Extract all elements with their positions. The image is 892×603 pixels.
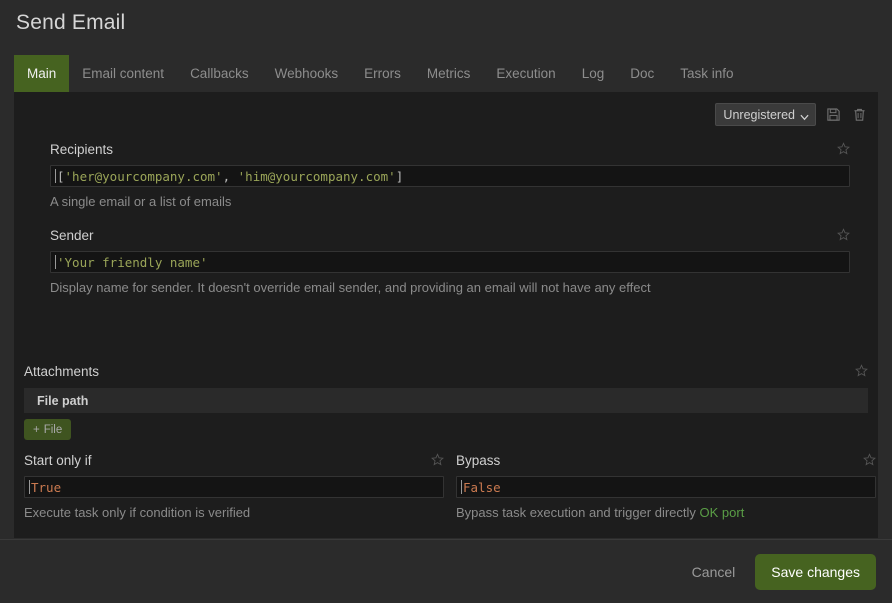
field-start-only-if-label: Start only if bbox=[24, 453, 92, 468]
field-sender-label: Sender bbox=[50, 228, 94, 243]
preset-select[interactable]: Unregistered bbox=[715, 103, 816, 126]
main-tab-panel: Unregistered Recipients ['her@yourcompa… bbox=[14, 92, 878, 538]
field-bypass-label: Bypass bbox=[456, 453, 501, 468]
text-caret bbox=[55, 169, 56, 183]
star-icon[interactable] bbox=[431, 453, 444, 466]
start-only-if-help-text: Execute task only if condition is verifi… bbox=[24, 505, 251, 520]
field-sender-head: Sender bbox=[50, 228, 850, 244]
field-bypass: Bypass False Bypass task execution and t… bbox=[456, 453, 876, 521]
recipients-token-email-1: 'her@yourcompany.com' bbox=[64, 168, 223, 184]
tab-webhooks[interactable]: Webhooks bbox=[262, 55, 352, 92]
field-recipients-head: Recipients bbox=[50, 142, 850, 158]
bypass-help-prefix: Bypass task execution and trigger direct… bbox=[456, 505, 700, 520]
sender-help-text: Display name for sender. It doesn't over… bbox=[50, 280, 651, 295]
tab-main[interactable]: Main bbox=[14, 55, 70, 92]
field-start-only-if: Start only if True Execute task only if … bbox=[24, 453, 444, 521]
star-icon[interactable] bbox=[863, 453, 876, 466]
add-file-button[interactable]: + File bbox=[24, 419, 72, 440]
ok-port-link[interactable]: OK port bbox=[700, 505, 745, 520]
tab-metrics[interactable]: Metrics bbox=[414, 55, 484, 92]
recipients-token-email-2: 'him@yourcompany.com' bbox=[237, 168, 396, 184]
page-title: Send Email bbox=[16, 11, 126, 34]
text-caret bbox=[29, 480, 30, 494]
field-recipients-label: Recipients bbox=[50, 142, 114, 157]
bypass-help-text: Bypass task execution and trigger direct… bbox=[456, 505, 876, 521]
tab-errors[interactable]: Errors bbox=[351, 55, 414, 92]
recipients-token-comma: , bbox=[222, 168, 238, 184]
bypass-token-false: False bbox=[463, 479, 501, 495]
field-attachments-label: Attachments bbox=[24, 364, 100, 379]
floppy-disk-icon[interactable] bbox=[825, 106, 842, 123]
text-caret bbox=[461, 480, 462, 494]
recipients-token-open: [ bbox=[57, 168, 65, 184]
tab-log[interactable]: Log bbox=[569, 55, 618, 92]
recipients-input[interactable]: ['her@yourcompany.com', 'him@yourcompany… bbox=[50, 165, 850, 187]
attachments-column-header-file-path: File path bbox=[37, 393, 89, 408]
start-only-if-token-true: True bbox=[31, 479, 62, 495]
text-caret bbox=[55, 255, 56, 269]
recipients-help-text: A single email or a list of emails bbox=[50, 194, 232, 209]
trash-icon[interactable] bbox=[851, 106, 868, 123]
bypass-input[interactable]: False bbox=[456, 476, 876, 498]
tab-task-info[interactable]: Task info bbox=[667, 55, 746, 92]
attachments-column-header: File path bbox=[24, 388, 868, 413]
field-sender: Sender 'Your friendly name' Display name… bbox=[50, 228, 850, 296]
dialog-footer: Cancel Save changes bbox=[0, 540, 892, 603]
tab-doc[interactable]: Doc bbox=[617, 55, 667, 92]
send-email-dialog: Send Email Main Email content Callbacks … bbox=[0, 0, 892, 603]
field-attachments-head: Attachments bbox=[24, 364, 868, 380]
star-icon[interactable] bbox=[855, 364, 868, 377]
recipients-token-close: ] bbox=[395, 168, 404, 184]
field-recipients: Recipients ['her@yourcompany.com', 'him@… bbox=[50, 142, 850, 210]
star-icon[interactable] bbox=[837, 142, 850, 155]
cancel-button[interactable]: Cancel bbox=[678, 555, 750, 589]
field-bypass-head: Bypass bbox=[456, 453, 876, 469]
chevron-down-icon bbox=[800, 110, 809, 120]
preset-select-value: Unregistered bbox=[723, 107, 795, 122]
sender-token-name: 'Your friendly name' bbox=[57, 254, 208, 270]
plus-icon: + bbox=[33, 423, 40, 436]
tab-execution[interactable]: Execution bbox=[483, 55, 568, 92]
tab-bar: Main Email content Callbacks Webhooks Er… bbox=[14, 55, 747, 92]
field-start-only-if-head: Start only if bbox=[24, 453, 444, 469]
sender-input[interactable]: 'Your friendly name' bbox=[50, 251, 850, 273]
tab-callbacks[interactable]: Callbacks bbox=[177, 55, 262, 92]
start-only-if-input[interactable]: True bbox=[24, 476, 444, 498]
add-file-button-label: File bbox=[43, 423, 63, 436]
tab-email-content[interactable]: Email content bbox=[69, 55, 177, 92]
save-changes-button[interactable]: Save changes bbox=[755, 553, 876, 590]
star-icon[interactable] bbox=[837, 228, 850, 241]
panel-toolbar: Unregistered bbox=[715, 103, 868, 126]
